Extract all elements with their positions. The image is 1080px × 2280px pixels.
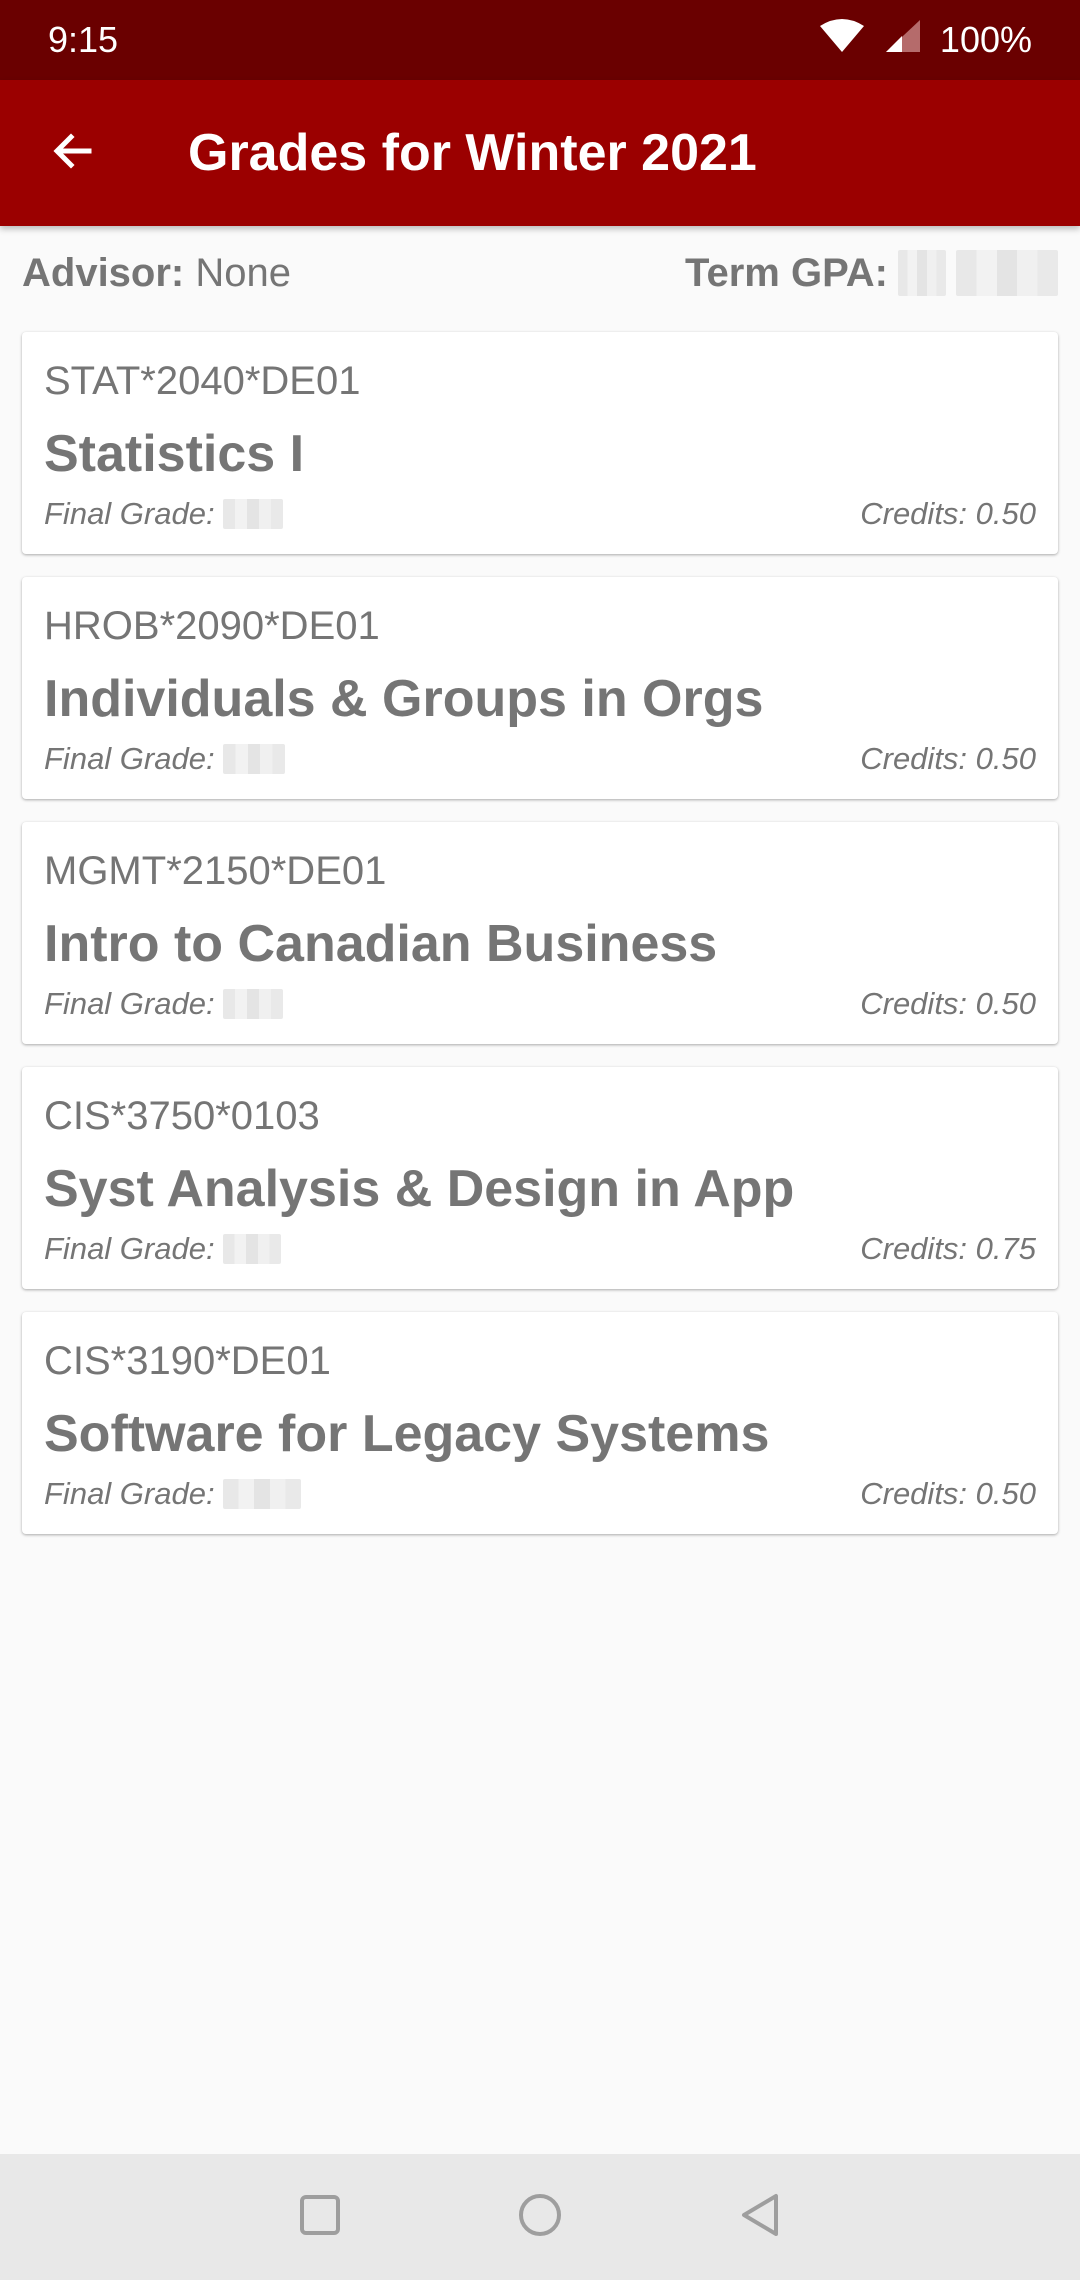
course-footer: Final Grade: Credits: 0.50 (44, 1476, 1036, 1512)
wifi-icon (818, 18, 866, 63)
status-icons: 100% (818, 18, 1032, 63)
gpa-label: Term GPA: (685, 250, 888, 295)
final-grade-label: Final Grade: (44, 986, 215, 1021)
system-back-button[interactable] (725, 2182, 795, 2252)
home-icon (517, 2192, 563, 2243)
advisor-info: Advisor: None (22, 251, 291, 296)
credits: Credits: 0.50 (860, 986, 1036, 1021)
course-title: Intro to Canadian Business (44, 915, 718, 973)
final-grade: Final Grade: (44, 1231, 281, 1267)
credits: Credits: 0.50 (860, 741, 1036, 776)
app-bar: Grades for Winter 2021 (0, 80, 1080, 226)
grade-value-redacted (222, 499, 283, 529)
course-card[interactable]: STAT*2040*DE01 Statistics I Final Grade:… (22, 332, 1058, 554)
final-grade: Final Grade: (44, 496, 283, 532)
credits: Credits: 0.75 (860, 1231, 1036, 1266)
course-code: MGMT*2150*DE01 (44, 849, 387, 893)
term-summary: Advisor: None Term GPA: (22, 240, 1058, 306)
course-card[interactable]: MGMT*2150*DE01 Intro to Canadian Busines… (22, 822, 1058, 1044)
arrow-left-icon (49, 127, 97, 180)
grade-value-redacted (222, 744, 285, 774)
final-grade: Final Grade: (44, 741, 285, 777)
final-grade-label: Final Grade: (44, 1476, 215, 1511)
final-grade: Final Grade: (44, 986, 283, 1022)
course-title: Individuals & Groups in Orgs (44, 670, 764, 728)
course-footer: Final Grade: Credits: 0.50 (44, 741, 1036, 777)
status-time: 9:15 (48, 19, 119, 60)
credits: Credits: 0.50 (860, 496, 1036, 531)
course-title: Syst Analysis & Design in App (44, 1160, 795, 1218)
signal-icon (884, 18, 922, 63)
course-card[interactable]: CIS*3190*DE01 Software for Legacy System… (22, 1312, 1058, 1534)
battery-level: 100% (939, 19, 1032, 60)
recent-apps-button[interactable] (285, 2182, 355, 2252)
back-button[interactable] (0, 80, 146, 226)
course-code: HROB*2090*DE01 (44, 604, 380, 648)
course-list: STAT*2040*DE01 Statistics I Final Grade:… (22, 332, 1058, 1557)
gpa-value-redacted (956, 250, 1058, 296)
course-footer: Final Grade: Credits: 0.50 (44, 986, 1036, 1022)
course-code: STAT*2040*DE01 (44, 359, 361, 403)
term-gpa: Term GPA: (685, 250, 1058, 296)
back-icon (738, 2192, 782, 2243)
final-grade-label: Final Grade: (44, 1231, 215, 1266)
course-card[interactable]: CIS*3750*0103 Syst Analysis & Design in … (22, 1067, 1058, 1289)
course-card[interactable]: HROB*2090*DE01 Individuals & Groups in O… (22, 577, 1058, 799)
gpa-value-redacted (898, 250, 946, 296)
recent-apps-icon (298, 2193, 342, 2242)
course-title: Statistics I (44, 425, 305, 483)
page-title: Grades for Winter 2021 (188, 124, 757, 182)
course-footer: Final Grade: Credits: 0.50 (44, 496, 1036, 532)
course-code: CIS*3750*0103 (44, 1094, 320, 1138)
advisor-label: Advisor: (22, 250, 185, 295)
grade-value-redacted (222, 989, 283, 1019)
grade-value-redacted (222, 1479, 301, 1509)
advisor-value: None (195, 250, 291, 295)
course-footer: Final Grade: Credits: 0.75 (44, 1231, 1036, 1267)
status-bar: 9:15 100% (0, 0, 1080, 80)
final-grade-label: Final Grade: (44, 496, 215, 531)
final-grade: Final Grade: (44, 1476, 301, 1512)
credits: Credits: 0.50 (860, 1476, 1036, 1511)
final-grade-label: Final Grade: (44, 741, 215, 776)
system-nav-bar (0, 2154, 1080, 2280)
home-button[interactable] (505, 2182, 575, 2252)
course-title: Software for Legacy Systems (44, 1405, 770, 1463)
grade-value-redacted (222, 1234, 281, 1264)
course-code: CIS*3190*DE01 (44, 1339, 331, 1383)
